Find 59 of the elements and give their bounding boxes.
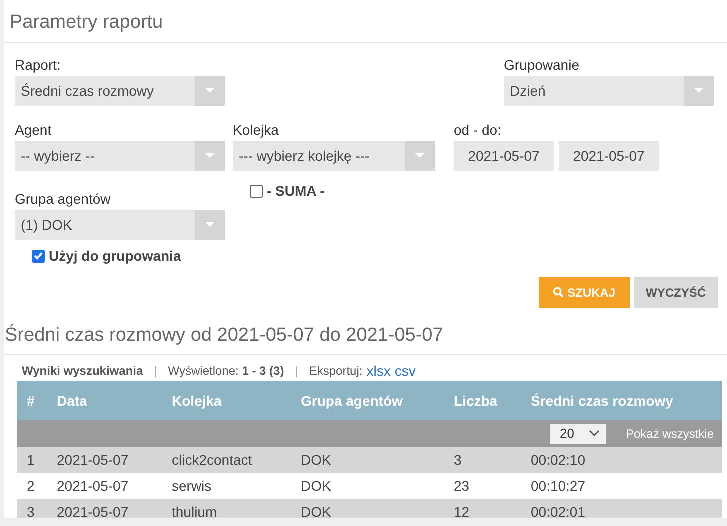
checkbox[interactable] (250, 184, 263, 198)
column-header: Data (56, 392, 88, 408)
caret-icon (405, 141, 435, 171)
table-cell-text: 00:02:01 (530, 504, 586, 518)
table-cell-text: DOK (300, 452, 332, 468)
column-header: # (26, 392, 36, 408)
caret-icon (195, 210, 225, 240)
shown-count: Wyświetlone: 1 - 3 (3) (168, 364, 284, 378)
search-icon (553, 287, 564, 298)
caret-icon (684, 76, 714, 106)
field-label: Grupa agentów (15, 191, 112, 207)
table-cell-text: DOK (300, 478, 332, 494)
column-header: Kolejka (171, 392, 223, 408)
checkbox[interactable] (32, 250, 45, 262)
table-cell-text: 3 (26, 504, 36, 518)
results-title: Średni czas rozmowy od 2021-05-07 do 2021-05-07 (4, 308, 727, 355)
table-cell-text: 2021-05-07 (56, 504, 130, 518)
column-header: Grupa agentów (300, 392, 404, 408)
column-header: Liczba (453, 392, 499, 408)
checkbox-label: - SUMA - (267, 183, 325, 199)
chevron-down-icon (588, 430, 600, 437)
field-label: Grupowanie (504, 57, 580, 73)
column-header: Średni czas rozmowy (530, 392, 674, 408)
page-size-select[interactable]: 20 (550, 424, 606, 444)
table-cell-text: 2021-05-07 (56, 478, 130, 494)
separator: | (295, 364, 298, 378)
table-cell-text: 3 (453, 452, 463, 468)
table-cell-text: 23 (453, 478, 471, 494)
section-title: Parametry raportu (4, 0, 727, 43)
agent-group-select[interactable]: (1) DOK (15, 210, 225, 240)
field-label: Raport: (15, 57, 62, 73)
queue-select[interactable]: --- wybierz kolejkę --- (233, 141, 435, 171)
export-link[interactable]: xlsx (366, 362, 391, 378)
table-cell-text: 1 (26, 452, 36, 468)
caret-icon (195, 141, 225, 171)
date-from-field[interactable]: 2021-05-07 (454, 141, 554, 171)
results-label: Wyniki wyszukiwania (22, 364, 144, 378)
separator: | (154, 364, 158, 378)
table-cell-text: 00:02:10 (530, 452, 586, 468)
table-cell-text: thulium (171, 504, 218, 518)
agent-select[interactable]: -- wybierz -- (15, 141, 225, 171)
report-select[interactable]: Średni czas rozmowy (15, 76, 225, 106)
export-link[interactable]: csv (394, 362, 416, 378)
table-cell-text: serwis (171, 478, 213, 494)
table-cell-text: click2contact (171, 452, 254, 468)
field-label: Agent (15, 122, 53, 138)
table-cell-text: 2021-05-07 (56, 452, 130, 468)
clear-button[interactable]: WYCZYŚĆ (634, 277, 718, 308)
table-cell-text: DOK (300, 504, 332, 518)
date-to-field[interactable]: 2021-05-07 (559, 141, 659, 171)
table-cell-text: 12 (453, 504, 471, 518)
checkbox-label: Użyj do grupowania (49, 248, 182, 264)
caret-icon (195, 76, 225, 106)
table-cell-text: 2 (26, 478, 36, 494)
field-label: Kolejka (233, 122, 280, 138)
field-label: od - do: (454, 122, 502, 138)
grouping-select[interactable]: Dzień (504, 76, 714, 106)
table-cell-text: 00:10:27 (530, 478, 586, 494)
export-label: Eksportuj: (309, 364, 363, 378)
